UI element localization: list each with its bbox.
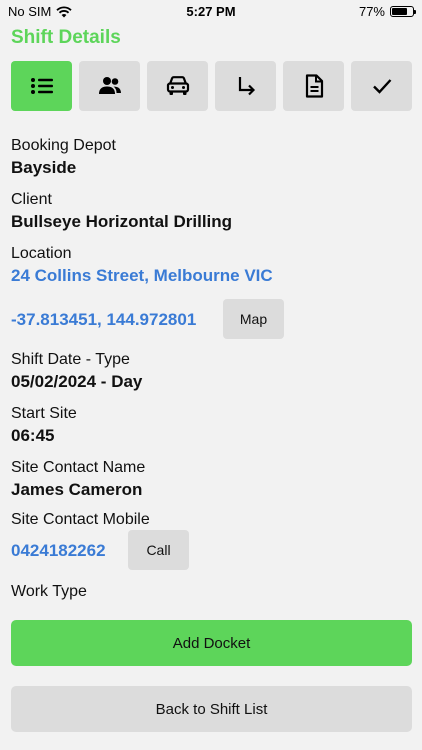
add-docket-button[interactable]: Add Docket <box>11 620 412 666</box>
battery-icon <box>390 6 416 17</box>
battery-percent: 77% <box>358 4 385 19</box>
map-button[interactable]: Map <box>223 299 284 339</box>
battery-level <box>392 8 408 15</box>
checkmark-icon <box>372 79 391 94</box>
tab-route[interactable] <box>215 61 276 111</box>
page-title: Shift Details <box>11 27 121 48</box>
shift-date-label: Shift Date - Type <box>11 351 130 368</box>
location-link[interactable]: 24 Collins Street, Melbourne VIC <box>11 266 273 286</box>
start-site-value: 06:45 <box>11 426 55 445</box>
client-label: Client <box>11 191 52 208</box>
status-right: 77% <box>358 4 416 19</box>
shift-date-value: 05/02/2024 - Day <box>11 372 143 391</box>
document-icon <box>305 74 323 98</box>
contact-name-label: Site Contact Name <box>11 459 146 476</box>
turn-arrow-icon <box>238 77 255 96</box>
list-icon <box>30 78 53 94</box>
car-icon <box>166 76 189 95</box>
location-label: Location <box>11 245 72 262</box>
work-type-label: Work Type <box>11 583 87 600</box>
tab-vehicle[interactable] <box>147 61 208 111</box>
contact-name-value: James Cameron <box>11 480 143 499</box>
contact-mobile-link[interactable]: 0424182262 <box>11 541 106 561</box>
back-to-shift-list-button[interactable]: Back to Shift List <box>11 686 412 732</box>
tab-documents[interactable] <box>283 61 344 111</box>
coordinates-link[interactable]: -37.813451, 144.972801 <box>11 310 196 330</box>
start-site-label: Start Site <box>11 405 77 422</box>
call-button[interactable]: Call <box>128 530 189 570</box>
people-icon <box>98 77 121 94</box>
booking-depot-value: Bayside <box>11 158 77 177</box>
status-bar: No SIM 5:27 PM 77% <box>0 0 422 22</box>
contact-mobile-label: Site Contact Mobile <box>11 511 150 528</box>
tab-list[interactable] <box>11 61 72 111</box>
client-value: Bullseye Horizontal Drilling <box>11 212 233 231</box>
tab-complete[interactable] <box>351 61 412 111</box>
booking-depot-label: Booking Depot <box>11 137 116 154</box>
tab-people[interactable] <box>79 61 140 111</box>
section-toolbar <box>11 61 412 111</box>
